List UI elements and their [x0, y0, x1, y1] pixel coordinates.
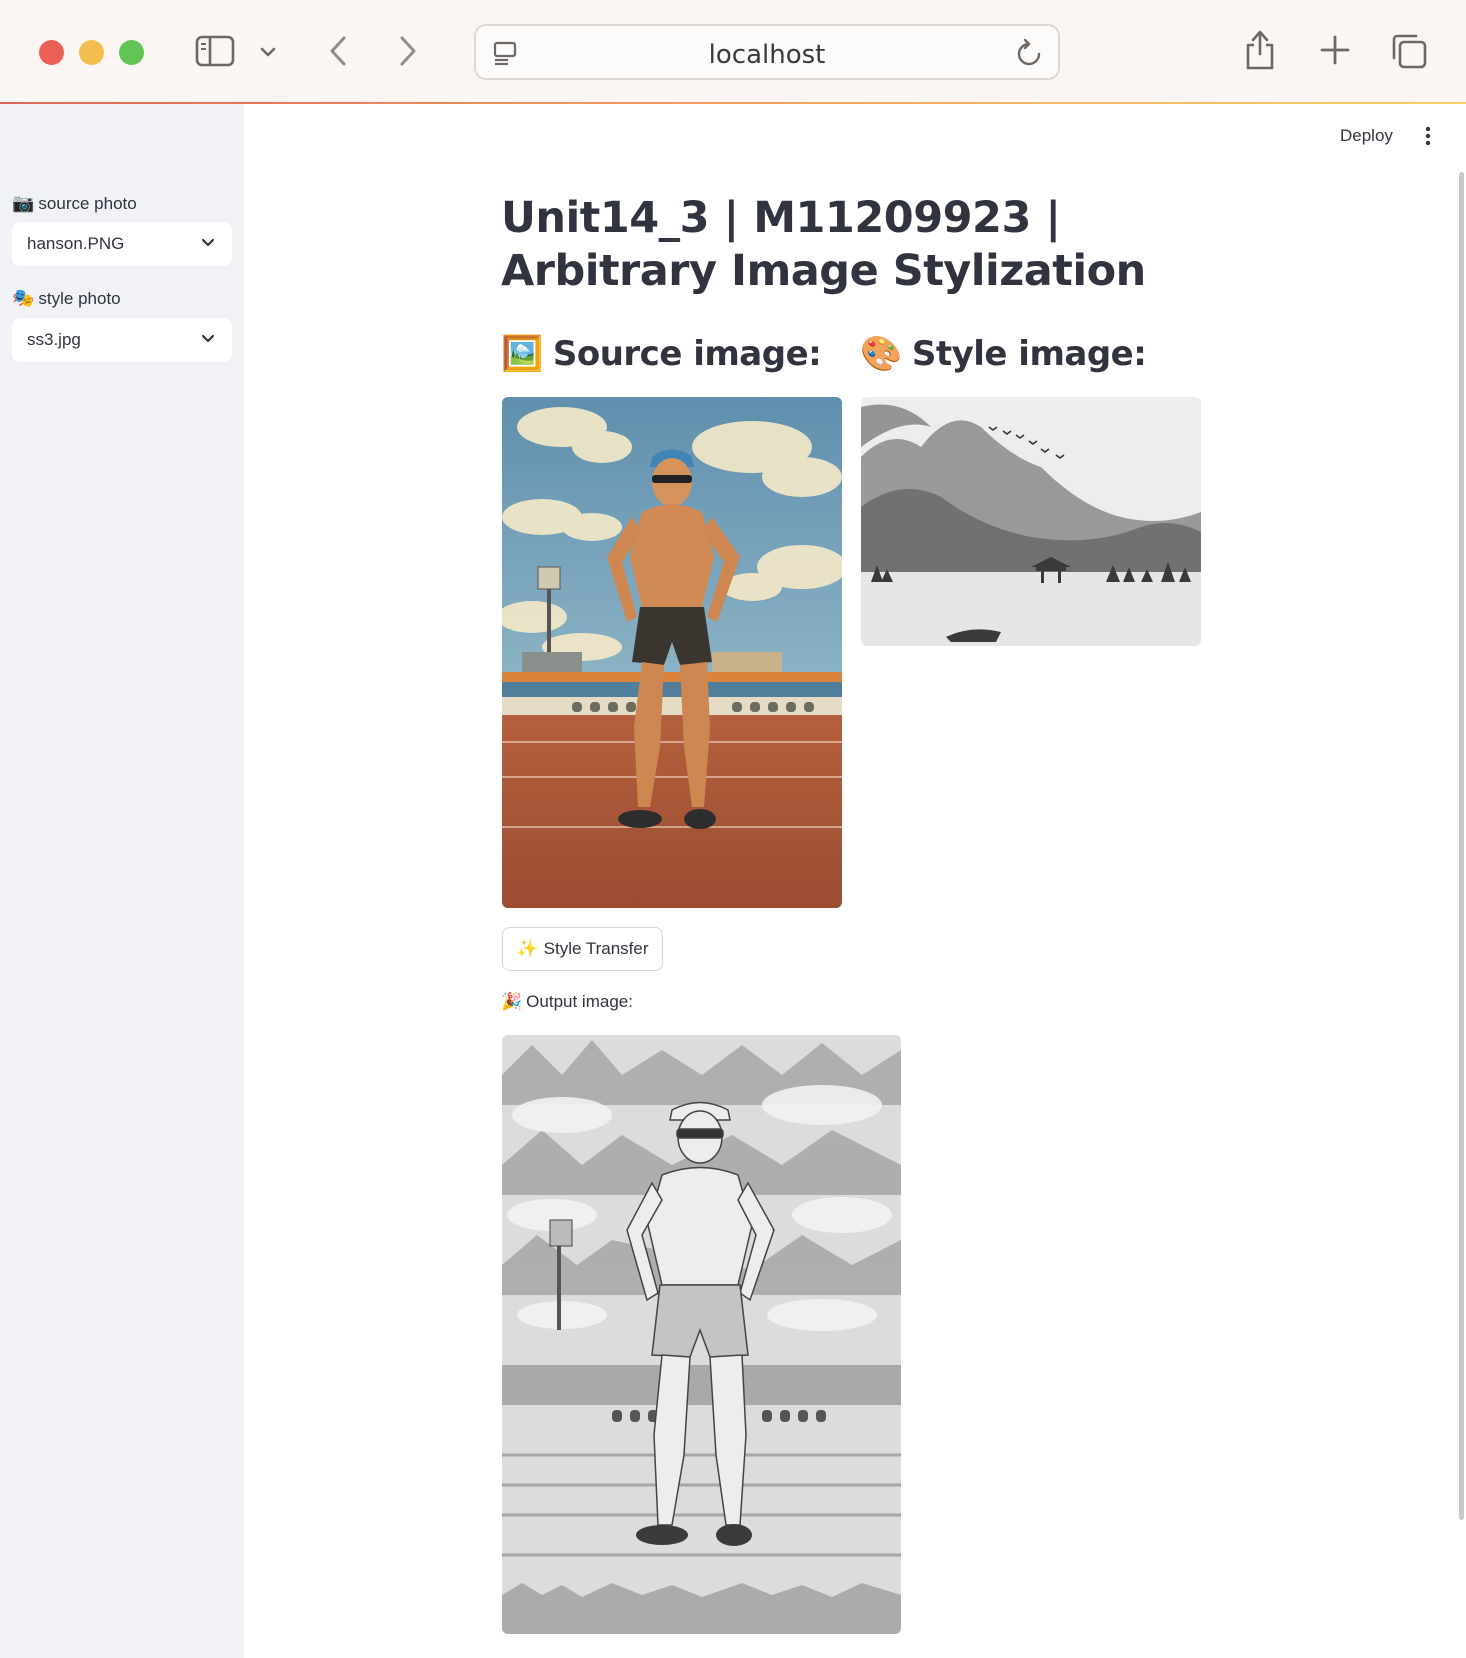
- style-image-heading: 🎨 Style image:: [860, 334, 1147, 374]
- style-photo-label: 🎭 style photo: [12, 288, 121, 309]
- kebab-menu-icon[interactable]: [1420, 124, 1436, 148]
- output-image: [502, 1035, 901, 1634]
- chevron-down-icon: [201, 334, 215, 343]
- minimize-window-button[interactable]: [79, 40, 104, 65]
- source-photo-value: hanson.PNG: [27, 234, 125, 253]
- close-window-button[interactable]: [39, 40, 64, 65]
- output-image-label-text: Output image:: [526, 992, 633, 1011]
- output-image-label: 🎉 Output image:: [501, 992, 633, 1012]
- address-bar[interactable]: localhost: [474, 24, 1060, 80]
- style-photo-select[interactable]: ss3.jpg: [12, 318, 232, 362]
- source-photo-label: 📷 source photo: [12, 193, 137, 214]
- source-photo-select[interactable]: hanson.PNG: [12, 222, 232, 266]
- style-photo-value: ss3.jpg: [27, 330, 81, 349]
- plus-icon[interactable]: [1315, 30, 1355, 70]
- app-sidebar: 📷 source photo hanson.PNG 🎭 style photo …: [0, 104, 244, 1658]
- party-popper-icon: 🎉: [501, 992, 523, 1011]
- chevron-down-icon: [201, 238, 215, 247]
- share-icon[interactable]: [1240, 26, 1280, 74]
- source-image-heading: 🖼️ Source image:: [501, 334, 822, 374]
- source-image: [502, 397, 842, 908]
- framed-picture-icon: 🖼️: [501, 334, 543, 374]
- palette-icon: 🎨: [860, 334, 902, 374]
- style-image: [861, 397, 1201, 646]
- sparkles-icon: ✨: [516, 939, 538, 958]
- style-photo-label-text: style photo: [38, 288, 121, 308]
- url-text[interactable]: localhost: [476, 40, 1058, 70]
- source-image-heading-text: Source image:: [552, 334, 822, 374]
- tabs-icon[interactable]: [1388, 30, 1430, 72]
- style-transfer-button[interactable]: ✨ Style Transfer: [502, 927, 663, 971]
- style-image-heading-text: Style image:: [911, 334, 1147, 374]
- zoom-window-button[interactable]: [119, 40, 144, 65]
- sidebar-icon[interactable]: [194, 32, 236, 70]
- source-photo-label-text: source photo: [38, 193, 137, 213]
- style-transfer-label: Style Transfer: [543, 939, 649, 958]
- scrollbar[interactable]: [1459, 172, 1464, 1520]
- deploy-button[interactable]: Deploy: [1340, 126, 1393, 146]
- chevron-down-icon[interactable]: [254, 38, 282, 66]
- reload-icon[interactable]: [1014, 38, 1044, 68]
- browser-toolbar: localhost: [0, 0, 1466, 104]
- masks-icon: 🎭: [12, 288, 35, 308]
- back-icon[interactable]: [322, 30, 354, 72]
- page-title: Unit14_3 | M11209923 | Arbitrary Image S…: [501, 193, 1146, 296]
- forward-icon[interactable]: [392, 30, 424, 72]
- camera-icon: 📷: [12, 193, 35, 213]
